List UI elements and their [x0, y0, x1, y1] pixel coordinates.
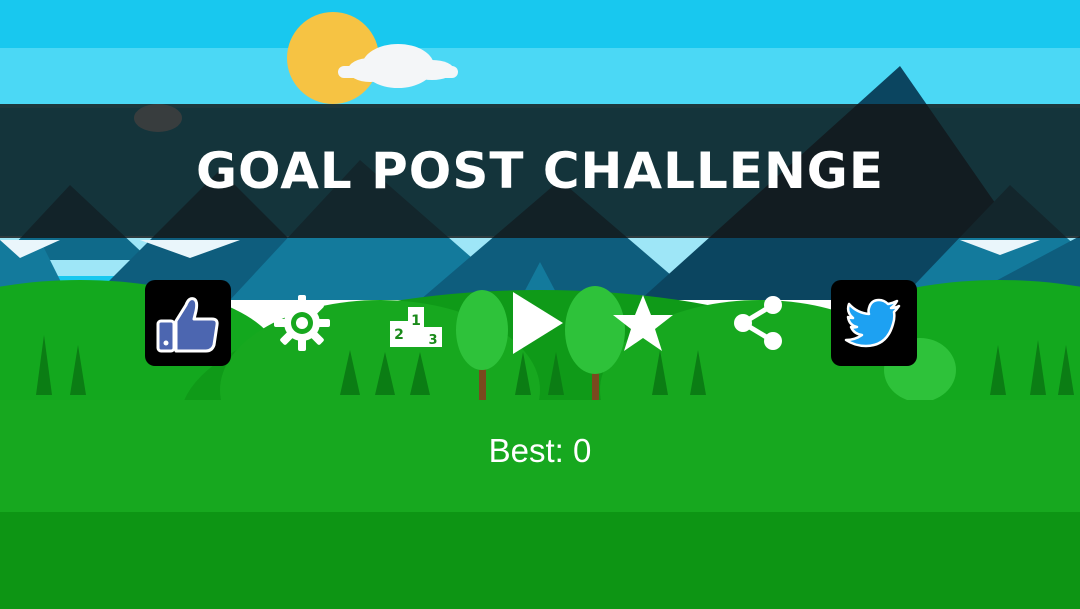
podium-icon: 1 2 3 — [390, 307, 442, 348]
twitter-bird-icon — [844, 298, 901, 348]
gear-icon — [274, 295, 330, 351]
game-title: GOAL POST CHALLENGE — [196, 142, 884, 200]
settings-button[interactable] — [259, 280, 345, 366]
twitter-button[interactable] — [831, 280, 917, 366]
leaderboard-button[interactable]: 1 2 3 — [373, 280, 459, 366]
like-button[interactable] — [145, 280, 231, 366]
thumbs-up-icon — [156, 297, 219, 353]
share-icon — [734, 296, 782, 350]
grass-field-lower — [0, 512, 1080, 609]
share-button[interactable] — [716, 280, 802, 366]
podium-second-label: 2 — [394, 327, 404, 343]
best-score-label: Best: 0 — [488, 432, 592, 469]
star-icon — [613, 295, 673, 351]
play-button[interactable] — [491, 280, 577, 366]
podium-first-label: 1 — [411, 313, 421, 329]
play-icon — [513, 292, 563, 354]
rate-button[interactable] — [600, 280, 686, 366]
podium-third-label: 3 — [428, 333, 437, 348]
